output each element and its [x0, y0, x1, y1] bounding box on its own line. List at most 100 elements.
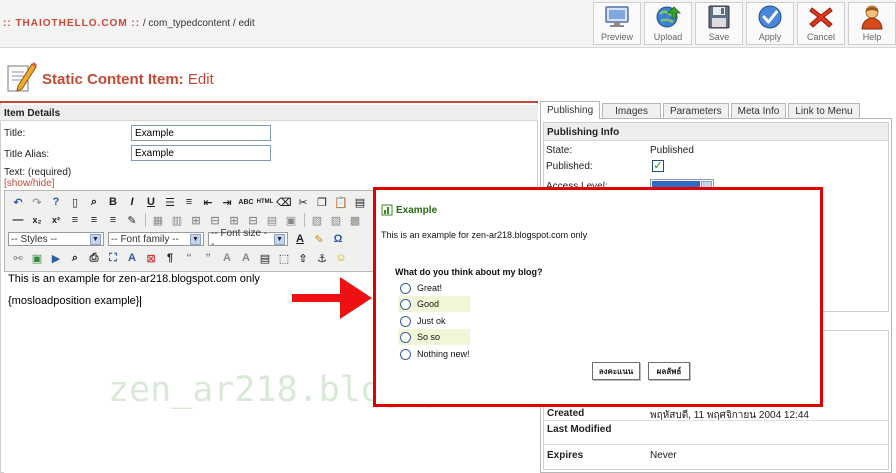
media-icon[interactable]: ▶ — [48, 250, 64, 266]
save-button[interactable]: Save — [695, 2, 743, 45]
split-cells-icon[interactable]: ▤ — [264, 212, 280, 228]
anchor-icon[interactable]: ⚓ — [314, 250, 330, 266]
apply-button[interactable]: Apply — [746, 2, 794, 45]
radio-button[interactable] — [400, 282, 411, 294]
fullscreen-icon[interactable]: ⛶ — [105, 250, 121, 266]
indent-icon[interactable]: ⇥ — [219, 194, 235, 210]
styles-select[interactable]: -- Styles -- ▼ — [8, 232, 104, 246]
site-name[interactable]: :: THAIOTHELLO.COM :: — [3, 18, 140, 29]
paste-text-icon[interactable]: ▤ — [352, 194, 368, 210]
unlink-icon[interactable]: ⚯ — [10, 250, 26, 266]
poll-option[interactable]: So so — [398, 329, 470, 345]
new-document-icon[interactable]: ▯ — [67, 194, 83, 210]
tab-parameters[interactable]: Parameters — [662, 103, 729, 119]
image-icon[interactable]: ▣ — [29, 250, 45, 266]
italic-icon[interactable]: I — [124, 194, 140, 210]
radio-button[interactable] — [400, 298, 411, 310]
insert-layer-icon[interactable]: ▤ — [257, 250, 273, 266]
edit-icon[interactable]: ✎ — [124, 212, 140, 228]
numbered-list-icon[interactable]: ≡ — [181, 194, 197, 210]
delete-col-icon[interactable]: ⊟ — [245, 212, 261, 228]
copy-icon[interactable]: ❐ — [314, 194, 330, 210]
title-input[interactable] — [131, 125, 271, 141]
title-alias-label: Title Alias: — [4, 149, 50, 160]
results-button[interactable]: ผลลัพธ์ — [648, 362, 690, 380]
poll-option[interactable]: Good — [398, 296, 470, 312]
text-caret — [140, 295, 142, 307]
cancel-button[interactable]: Cancel — [797, 2, 845, 45]
align-left-icon[interactable]: ≡ — [67, 212, 83, 228]
text-color-icon[interactable]: A — [292, 231, 308, 247]
help-icon[interactable]: ? — [48, 194, 64, 210]
tab-link-to-menu[interactable]: Link to Menu — [788, 103, 860, 119]
font-family-select[interactable]: -- Font family -- ▼ — [108, 232, 204, 246]
poll-option-label: Good — [417, 299, 440, 309]
layer-icon[interactable]: ▧ — [309, 212, 325, 228]
tab-publishing[interactable]: Publishing — [540, 101, 601, 119]
insert-row-icon[interactable]: ⊞ — [188, 212, 204, 228]
merge-cells-icon[interactable]: ▣ — [283, 212, 299, 228]
horizontal-rule-icon[interactable]: — — [10, 212, 26, 228]
paragraph-icon[interactable]: ¶ — [162, 250, 178, 266]
superscript-icon[interactable]: x² — [48, 212, 64, 228]
red-x-icon — [809, 7, 833, 28]
visual-aid-icon[interactable]: ⬚ — [276, 250, 292, 266]
layer-front-icon[interactable]: ▨ — [328, 212, 344, 228]
special-char-icon[interactable]: Ω — [330, 231, 346, 247]
quote-icon[interactable]: “ — [181, 250, 197, 266]
breadcrumb-path: / com_typedcontent / edit — [142, 18, 255, 29]
font-size-select[interactable]: -- Font size -- ▼ — [208, 228, 288, 250]
editor-toolbar-row-2: — x₂ x² ≡ ≡ ≡ ✎ ▦ ▥ ⊞ ⊟ ⊞ ⊟ ▤ ▣ ▧ ▨ ▩ — [10, 211, 366, 229]
align-right-icon[interactable]: ≡ — [105, 212, 121, 228]
editor-line: {mosloadposition example} — [8, 295, 142, 307]
poll-option[interactable]: Nothing new! — [398, 346, 470, 362]
acronym-icon[interactable]: A — [238, 250, 254, 266]
bold-icon[interactable]: B — [105, 194, 121, 210]
vote-button[interactable]: ลงคะแนน — [592, 362, 640, 380]
chevron-down-icon: ▼ — [90, 233, 101, 245]
radio-button[interactable] — [400, 331, 411, 343]
ltr-icon[interactable]: A — [124, 250, 140, 266]
toolbar: Preview Upload Save Apply Cancel Help — [590, 2, 896, 46]
cite-icon[interactable]: ” — [200, 250, 216, 266]
emotions-icon[interactable]: ☺ — [333, 250, 349, 266]
rtl-icon[interactable]: ⊠ — [143, 250, 159, 266]
redo-icon[interactable]: ↷ — [29, 194, 45, 210]
checkmark-icon — [758, 5, 782, 29]
delete-row-icon[interactable]: ⊟ — [207, 212, 223, 228]
cut-icon[interactable]: ✂ — [295, 194, 311, 210]
underline-icon[interactable]: U — [143, 194, 159, 210]
abbr-icon[interactable]: A — [219, 250, 235, 266]
tab-meta-info[interactable]: Meta Info — [730, 103, 787, 119]
outdent-icon[interactable]: ⇤ — [200, 194, 216, 210]
layer-back-icon[interactable]: ▩ — [347, 212, 363, 228]
align-center-icon[interactable]: ≡ — [86, 212, 102, 228]
upload-button[interactable]: Upload — [644, 2, 692, 45]
table-props-icon[interactable]: ▥ — [169, 212, 185, 228]
radio-button[interactable] — [400, 348, 411, 360]
print-icon[interactable]: ⎙ — [86, 250, 102, 266]
preview-button[interactable]: Preview — [593, 2, 641, 45]
undo-icon[interactable]: ↶ — [10, 194, 26, 210]
background-color-icon[interactable]: ✎ — [311, 231, 327, 247]
table-icon[interactable]: ▦ — [150, 212, 166, 228]
preview-icon[interactable]: ⌕ — [67, 250, 83, 266]
move-forward-icon[interactable]: ⇧ — [295, 250, 311, 266]
tab-images[interactable]: Images — [602, 103, 661, 119]
subscript-icon[interactable]: x₂ — [29, 212, 45, 228]
show-hide-link[interactable]: [show/hide] — [4, 178, 55, 189]
spellcheck-icon[interactable]: ABC — [238, 194, 254, 210]
paste-icon[interactable]: 📋 — [333, 194, 349, 210]
cleanup-icon[interactable]: ⌫ — [276, 194, 292, 210]
insert-col-icon[interactable]: ⊞ — [226, 212, 242, 228]
html-icon[interactable]: HTML — [257, 194, 274, 210]
title-alias-input[interactable] — [131, 145, 271, 161]
person-help-icon — [861, 5, 883, 30]
poll-option[interactable]: Great! — [398, 280, 470, 296]
poll-option[interactable]: Just ok — [398, 313, 470, 329]
find-icon[interactable]: ⌕ — [86, 194, 102, 210]
help-button[interactable]: Help — [848, 2, 896, 45]
bullet-list-icon[interactable]: ☰ — [162, 194, 178, 210]
published-checkbox[interactable]: ✓ — [652, 160, 664, 172]
radio-button[interactable] — [400, 315, 411, 327]
